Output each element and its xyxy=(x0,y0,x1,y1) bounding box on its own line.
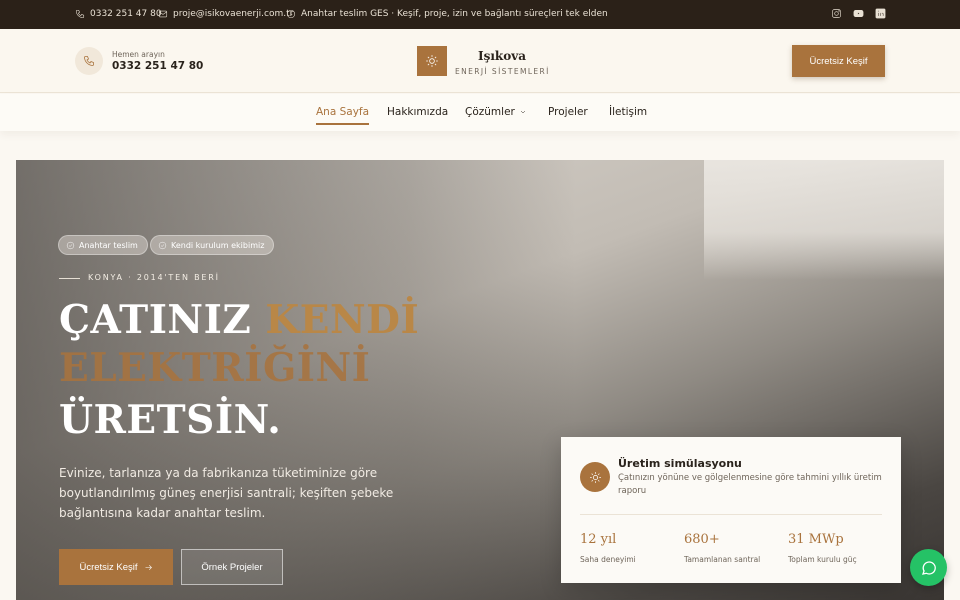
simulation-card[interactable]: Üretim simülasyonu Çatınızın yönüne ve g… xyxy=(561,437,901,583)
hero-pill-kurulum-ekibi: Kendi kurulum ekibimiz xyxy=(150,235,275,255)
hero-pill-anahtar-teslim: Anahtar teslim xyxy=(58,235,148,255)
simulation-divider xyxy=(580,514,882,515)
hero-primary-cta-label: Ücretsiz Keşif xyxy=(79,561,138,573)
topbar-phone[interactable]: 0332 251 47 80 xyxy=(75,9,162,19)
simulation-title: Üretim simülasyonu xyxy=(618,457,742,470)
stat-label-capacity: Toplam kurulu güç xyxy=(788,555,857,564)
stat-value-plants: 680+ xyxy=(684,532,720,547)
logo-mark[interactable] xyxy=(417,46,447,76)
whatsapp-button[interactable] xyxy=(910,549,947,586)
hero-title-part: ÇATINIZ xyxy=(59,297,266,343)
instagram-icon[interactable] xyxy=(831,8,842,19)
topbar-email[interactable]: proje@isikovaenerji.com.tr xyxy=(158,9,293,19)
simulation-icon-badge xyxy=(580,462,610,492)
main-nav: Ana Sayfa Hakkımızda Çözümler Projeler İ… xyxy=(0,94,960,131)
social-links xyxy=(831,8,886,19)
logo-subtitle: ENERJİ SİSTEMLERİ xyxy=(455,67,550,76)
sun-icon xyxy=(426,55,438,67)
stat-label-experience: Saha deneyimi xyxy=(580,555,636,564)
stat-value-experience: 12 yıl xyxy=(580,532,617,547)
linkedin-icon[interactable] xyxy=(875,8,886,19)
hero-title-line-3: ÜRETSİN. xyxy=(59,397,282,443)
topbar-email-text: proje@isikovaenerji.com.tr xyxy=(173,9,294,19)
hero-background-glare xyxy=(704,160,944,280)
hero-title-accent: KENDİ xyxy=(265,297,420,343)
hero-title-line-2: ELEKTRİĞİNİ xyxy=(59,345,371,391)
nav-item-cozumler-label: Çözümler xyxy=(465,106,515,118)
youtube-icon[interactable] xyxy=(853,8,864,19)
hero-secondary-cta[interactable]: Örnek Projeler xyxy=(181,549,283,585)
clock-icon xyxy=(286,9,296,19)
header-cta-button[interactable]: Ücretsiz Keşif xyxy=(792,45,885,77)
topbar-phone-text: 0332 251 47 80 xyxy=(90,9,162,19)
sun-icon xyxy=(589,471,601,483)
stat-value-capacity: 31 MWp xyxy=(788,532,844,547)
stat-label-plants: Tamamlanan santral xyxy=(684,555,761,564)
topbar-info: Anahtar teslim GES · Keşif, proje, izin … xyxy=(286,9,608,19)
nav-item-cozumler[interactable]: Çözümler xyxy=(465,106,527,118)
call-button[interactable] xyxy=(75,47,103,75)
whatsapp-icon xyxy=(921,560,936,575)
hero-pill-label: Kendi kurulum ekibimiz xyxy=(171,240,265,250)
hero-primary-cta[interactable]: Ücretsiz Keşif xyxy=(59,549,173,585)
check-circle-icon xyxy=(158,241,167,249)
mail-icon xyxy=(158,10,168,18)
chevron-down-icon xyxy=(520,110,526,114)
site-header: Hemen arayın 0332 251 47 80 Işıkova ENER… xyxy=(0,29,960,93)
logo-name[interactable]: Işıkova xyxy=(478,49,526,63)
top-bar: 0332 251 47 80 proje@isikovaenerji.com.t… xyxy=(0,0,960,29)
arrow-right-icon xyxy=(145,564,152,570)
nav-item-hakkimizda[interactable]: Hakkımızda xyxy=(387,106,448,118)
check-circle-icon xyxy=(66,241,75,249)
hero-eyebrow: KONYA · 2014'TEN BERİ xyxy=(88,273,220,282)
topbar-info-text: Anahtar teslim GES · Keşif, proje, izin … xyxy=(301,9,608,19)
eyebrow-divider xyxy=(59,278,80,279)
phone-icon xyxy=(84,56,94,66)
nav-item-ana-sayfa[interactable]: Ana Sayfa xyxy=(316,106,370,125)
phone-icon xyxy=(75,9,85,19)
nav-item-projeler[interactable]: Projeler xyxy=(548,106,588,118)
hero-description: Evinize, tarlanıza ya da fabrikanıza tük… xyxy=(59,466,394,520)
call-number[interactable]: 0332 251 47 80 xyxy=(112,60,203,72)
hero-pill-label: Anahtar teslim xyxy=(79,240,138,250)
simulation-description: Çatınızın yönüne ve gölgelenmesine göre … xyxy=(618,473,882,496)
hero-title-line-1: ÇATINIZ KENDİ xyxy=(59,297,419,343)
call-label: Hemen arayın xyxy=(112,50,165,59)
nav-item-iletisim[interactable]: İletişim xyxy=(609,106,647,118)
